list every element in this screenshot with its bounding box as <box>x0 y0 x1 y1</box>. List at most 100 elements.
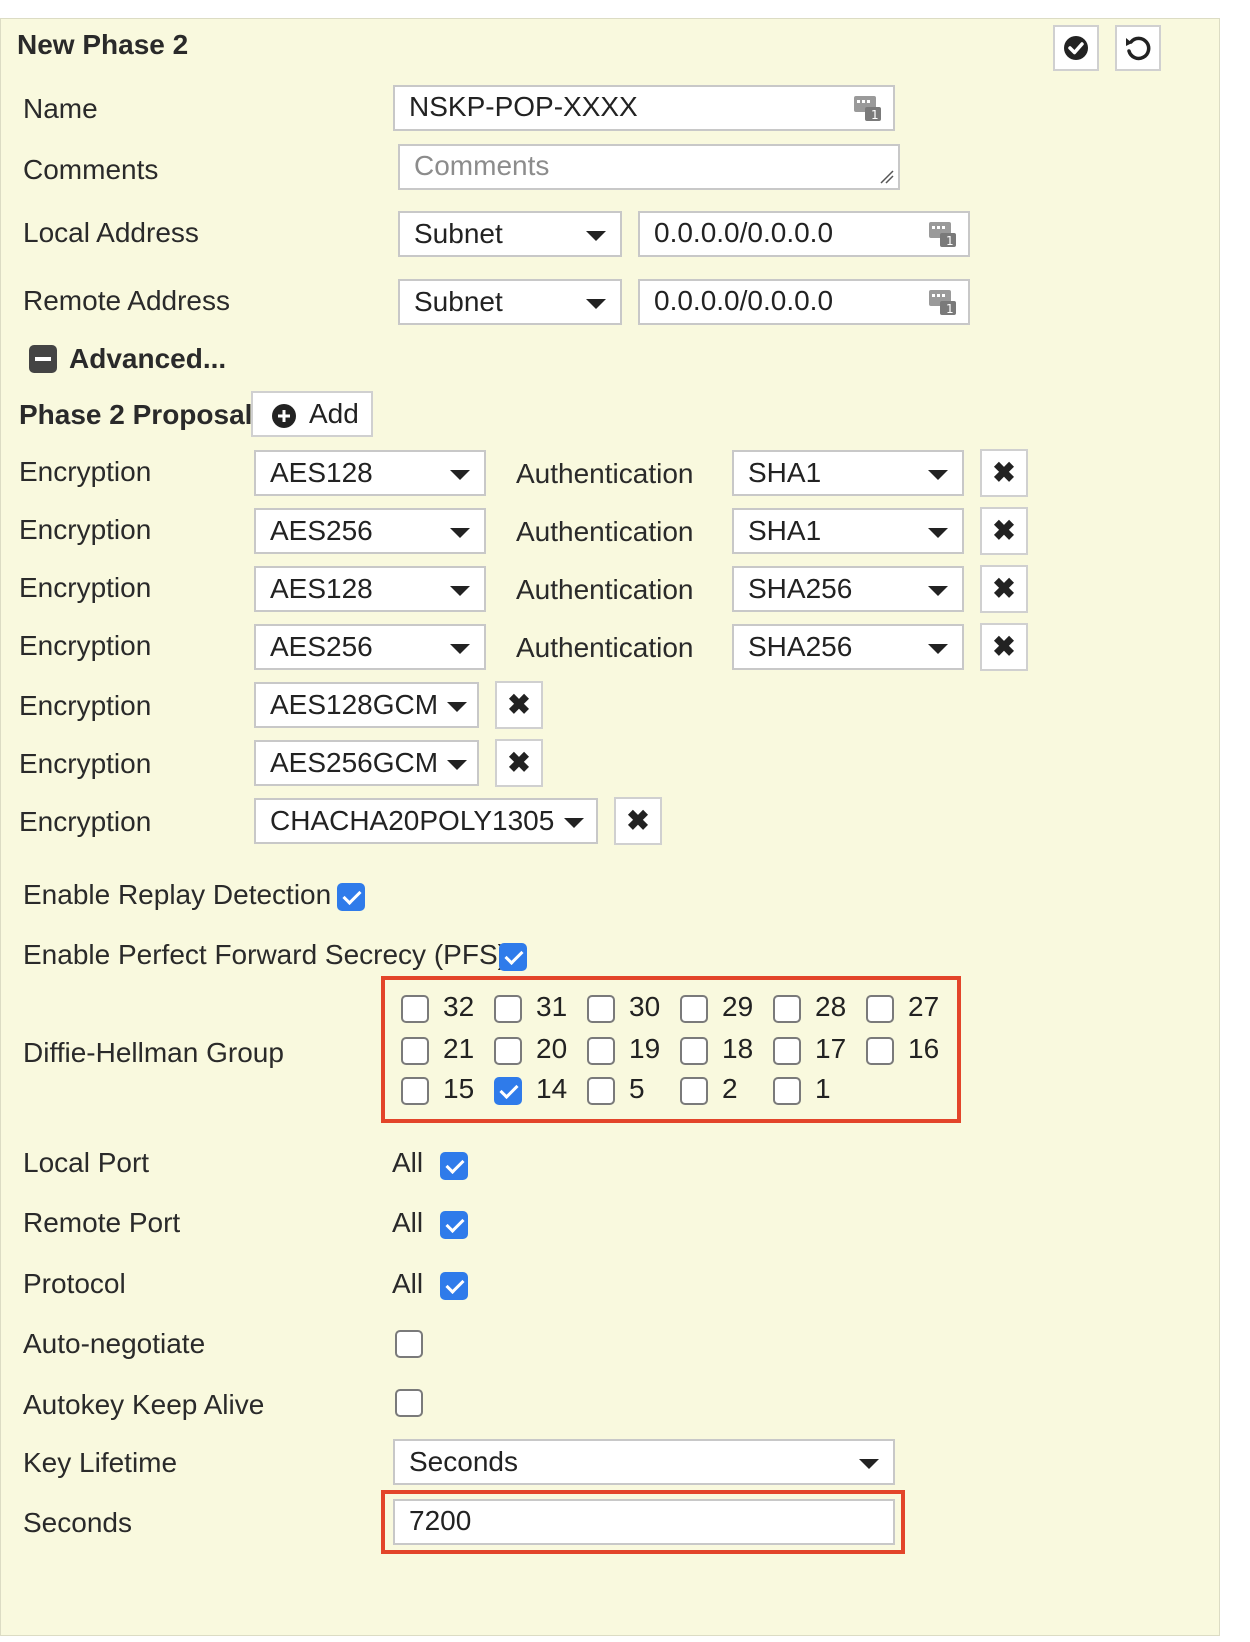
remote-address-type-select[interactable]: Subnet <box>398 279 622 325</box>
authentication-value: SHA1 <box>748 515 822 546</box>
encryption-value: AES128 <box>270 573 373 604</box>
dh-group-number: 19 <box>629 1033 661 1064</box>
remove-proposal-button[interactable]: ✖ <box>614 797 662 845</box>
key-lifetime-value: Seconds <box>409 1446 518 1477</box>
check-circle-icon <box>1064 36 1088 60</box>
dh-group-checkbox[interactable] <box>401 995 429 1023</box>
encryption-label: Encryption <box>19 572 152 603</box>
close-icon: ✖ <box>626 805 650 836</box>
remove-proposal-button[interactable]: ✖ <box>980 565 1028 613</box>
comments-textarea[interactable]: Comments <box>398 144 900 190</box>
dh-group-checkbox[interactable] <box>773 1037 801 1065</box>
remote-address-label: Remote Address <box>23 285 230 316</box>
dh-group-checkbox[interactable] <box>587 1077 615 1105</box>
ok-button[interactable] <box>1053 25 1099 71</box>
protocol-all-checkbox[interactable] <box>440 1272 468 1300</box>
local-address-input[interactable]: 0.0.0.0/0.0.0.0 1 <box>638 211 970 257</box>
key-lifetime-select[interactable]: Seconds <box>393 1439 895 1485</box>
keep-alive-checkbox[interactable] <box>395 1389 423 1417</box>
seconds-input[interactable]: 7200 <box>393 1499 895 1545</box>
add-proposal-button[interactable]: Add <box>251 391 373 437</box>
dh-group-number: 2 <box>722 1073 738 1104</box>
remote-address-value: 0.0.0.0/0.0.0.0 <box>654 285 834 316</box>
dh-group-checkbox[interactable] <box>494 1037 522 1065</box>
dh-group-checkbox[interactable] <box>866 995 894 1023</box>
dh-group-checkbox[interactable] <box>680 1077 708 1105</box>
authentication-select[interactable]: SHA256 <box>732 566 964 612</box>
chevron-down-icon <box>928 586 948 596</box>
local-port-all-checkbox[interactable] <box>440 1152 468 1180</box>
remove-proposal-button[interactable]: ✖ <box>495 739 543 787</box>
encryption-select[interactable]: AES256 <box>254 624 486 670</box>
dh-group-checkbox[interactable] <box>587 1037 615 1065</box>
encryption-select[interactable]: CHACHA20POLY1305 <box>254 798 598 844</box>
advanced-toggle[interactable]: Advanced... <box>69 341 226 377</box>
revert-button[interactable] <box>1115 25 1161 71</box>
remote-port-all-label: All <box>392 1207 424 1238</box>
svg-text:1: 1 <box>946 302 954 316</box>
pfs-checkbox[interactable] <box>499 943 527 971</box>
replay-detection-checkbox[interactable] <box>337 883 365 911</box>
name-input[interactable]: NSKP-POP-XXXX 1 <box>393 85 895 131</box>
auto-negotiate-label: Auto-negotiate <box>23 1328 206 1359</box>
authentication-select[interactable]: SHA1 <box>732 508 964 554</box>
chevron-down-icon <box>450 644 470 654</box>
dh-group-checkbox[interactable] <box>401 1077 429 1105</box>
local-port-label: Local Port <box>23 1147 150 1178</box>
collapse-icon[interactable] <box>29 345 57 373</box>
remove-proposal-button[interactable]: ✖ <box>495 681 543 729</box>
dh-group-checkbox[interactable] <box>401 1037 429 1065</box>
remote-address-input[interactable]: 0.0.0.0/0.0.0.0 1 <box>638 279 970 325</box>
key-lifetime-label: Key Lifetime <box>23 1447 178 1478</box>
resize-handle-icon[interactable] <box>877 167 895 185</box>
encryption-select[interactable]: AES128 <box>254 566 486 612</box>
local-address-type-select[interactable]: Subnet <box>398 211 622 257</box>
encryption-select[interactable]: AES256 <box>254 508 486 554</box>
remove-proposal-button[interactable]: ✖ <box>980 623 1028 671</box>
encryption-select[interactable]: AES128GCM <box>254 682 479 728</box>
dh-group-number: 16 <box>908 1033 940 1064</box>
encryption-value: CHACHA20POLY1305 <box>270 805 555 836</box>
dh-group-checkbox[interactable] <box>773 995 801 1023</box>
dh-group-number: 14 <box>536 1073 568 1104</box>
dh-group-number: 21 <box>443 1033 475 1064</box>
chevron-down-icon <box>447 760 467 770</box>
encryption-value: AES256 <box>270 515 373 546</box>
chevron-down-icon <box>450 528 470 538</box>
dh-group-checkbox[interactable] <box>680 995 708 1023</box>
chevron-down-icon <box>928 528 948 538</box>
close-icon: ✖ <box>992 457 1016 488</box>
dh-group-number: 1 <box>815 1073 831 1104</box>
seconds-label: Seconds <box>23 1507 132 1538</box>
authentication-label: Authentication <box>516 516 694 547</box>
dh-group-checkbox[interactable] <box>866 1037 894 1065</box>
remove-proposal-button[interactable]: ✖ <box>980 449 1028 497</box>
page-title: New Phase 2 <box>17 29 189 60</box>
close-icon: ✖ <box>992 631 1016 662</box>
remote-port-label: Remote Port <box>23 1207 181 1238</box>
dh-group-checkbox[interactable] <box>773 1077 801 1105</box>
authentication-select[interactable]: SHA1 <box>732 450 964 496</box>
dh-group-checkbox[interactable] <box>494 995 522 1023</box>
encryption-value: AES256GCM <box>270 747 439 778</box>
dh-group-number: 15 <box>443 1073 475 1104</box>
remote-port-all-checkbox[interactable] <box>440 1211 468 1239</box>
pfs-label: Enable Perfect Forward Secrecy (PFS) <box>23 939 507 970</box>
keep-alive-label: Autokey Keep Alive <box>23 1389 265 1420</box>
dh-group-checkbox[interactable] <box>494 1077 522 1105</box>
dh-group-checkbox[interactable] <box>680 1037 708 1065</box>
close-icon: ✖ <box>992 515 1016 546</box>
local-address-value: 0.0.0.0/0.0.0.0 <box>654 217 834 248</box>
dh-group-checkbox[interactable] <box>587 995 615 1023</box>
remove-proposal-button[interactable]: ✖ <box>980 507 1028 555</box>
name-label: Name <box>23 93 98 124</box>
auto-negotiate-checkbox[interactable] <box>395 1330 423 1358</box>
encryption-select[interactable]: AES256GCM <box>254 740 479 786</box>
encryption-select[interactable]: AES128 <box>254 450 486 496</box>
name-value: NSKP-POP-XXXX <box>409 91 638 122</box>
local-address-type-value: Subnet <box>414 218 503 249</box>
encryption-label: Encryption <box>19 630 152 661</box>
authentication-select[interactable]: SHA256 <box>732 624 964 670</box>
chevron-down-icon <box>450 586 470 596</box>
chevron-down-icon <box>450 470 470 480</box>
